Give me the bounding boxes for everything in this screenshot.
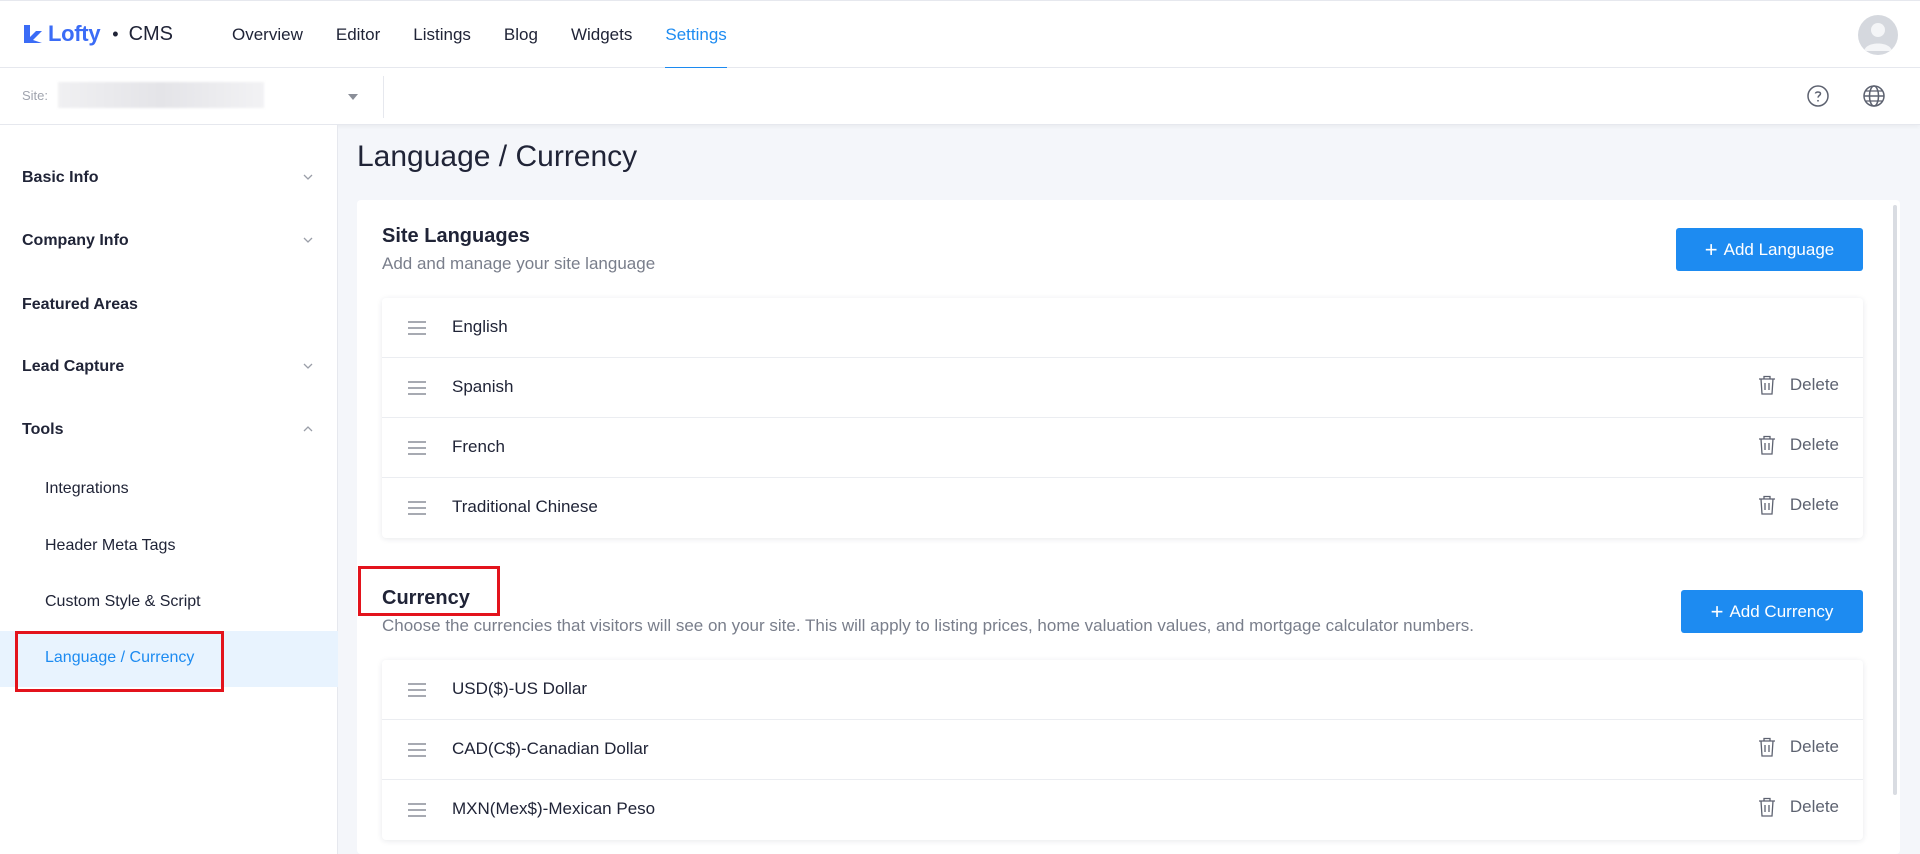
delete-button[interactable]: Delete: [1758, 737, 1839, 757]
add-language-label: Add Language: [1723, 239, 1835, 259]
sidebar-item-label: Lead Capture: [22, 358, 125, 375]
language-name: French: [452, 437, 505, 456]
language-list: English Spanish Delete French Delete Tra…: [382, 298, 1863, 538]
drag-handle-icon[interactable]: [408, 743, 426, 757]
delete-label: Delete: [1789, 495, 1839, 514]
currency-list: USD($)-US Dollar CAD(C$)-Canadian Dollar…: [382, 660, 1863, 840]
language-name: Spanish: [452, 377, 514, 396]
list-item: French Delete: [382, 418, 1863, 478]
sidebar-subitem-header-meta-tags[interactable]: Header Meta Tags: [0, 537, 338, 567]
site-toolbar: Site:: [0, 68, 1920, 125]
list-item: CAD(C$)-Canadian Dollar Delete: [382, 720, 1863, 780]
plus-icon: +: [1704, 236, 1718, 262]
drag-handle-icon[interactable]: [408, 441, 426, 455]
trash-icon: [1758, 495, 1775, 515]
sidebar-item-featured-areas[interactable]: Featured Areas: [0, 296, 338, 326]
list-item: MXN(Mex$)-Mexican Peso Delete: [382, 780, 1863, 840]
globe-icon[interactable]: [1862, 84, 1886, 108]
sidebar-subitem-integrations[interactable]: Integrations: [0, 480, 338, 510]
trash-icon: [1758, 375, 1775, 395]
section-title-languages: Site Languages: [382, 225, 530, 247]
page-title: Language / Currency: [357, 140, 638, 173]
chevron-up-icon: [303, 426, 313, 432]
delete-button[interactable]: Delete: [1758, 495, 1839, 515]
top-navbar: Lofty • CMS Overview Editor Listings Blo…: [0, 0, 1920, 69]
nav-settings[interactable]: Settings: [665, 1, 728, 69]
list-item: USD($)-US Dollar: [382, 660, 1863, 720]
drag-handle-icon[interactable]: [408, 501, 426, 515]
sidebar-subitem-custom-style-script[interactable]: Custom Style & Script: [0, 593, 338, 623]
language-name: Traditional Chinese: [452, 497, 598, 516]
drag-handle-icon[interactable]: [408, 803, 426, 817]
drag-handle-icon[interactable]: [408, 381, 426, 395]
trash-icon: [1758, 435, 1775, 455]
sidebar-item-lead-capture[interactable]: Lead Capture: [0, 358, 338, 388]
divider: [383, 76, 384, 118]
list-item: Traditional Chinese Delete: [382, 478, 1863, 538]
brand-name: Lofty: [48, 21, 101, 46]
trash-icon: [1758, 797, 1775, 817]
product-name: CMS: [128, 22, 174, 45]
nav-overview[interactable]: Overview: [232, 1, 303, 69]
delete-label: Delete: [1789, 737, 1839, 756]
brand-logo[interactable]: Lofty • CMS: [22, 19, 173, 49]
section-desc-languages: Add and manage your site language: [382, 254, 656, 273]
highlight-box-currency: [358, 566, 500, 616]
lofty-logo-icon: [24, 25, 42, 43]
delete-button[interactable]: Delete: [1758, 435, 1839, 455]
plus-icon: +: [1710, 598, 1724, 624]
drag-handle-icon[interactable]: [408, 683, 426, 697]
user-avatar-icon: [1864, 23, 1892, 51]
add-language-button[interactable]: + Add Language: [1676, 228, 1863, 271]
list-item: Spanish Delete: [382, 358, 1863, 418]
scrollbar[interactable]: [1893, 205, 1897, 795]
currency-name: CAD(C$)-Canadian Dollar: [452, 739, 649, 758]
drag-handle-icon[interactable]: [408, 321, 426, 335]
currency-name: MXN(Mex$)-Mexican Peso: [452, 799, 656, 818]
sidebar-item-label: Company Info: [22, 232, 129, 249]
nav-blog[interactable]: Blog: [504, 1, 538, 69]
brand-separator: •: [112, 23, 119, 44]
delete-label: Delete: [1789, 797, 1839, 816]
delete-button[interactable]: Delete: [1758, 375, 1839, 395]
language-name: English: [452, 317, 508, 336]
main-nav: Overview Editor Listings Blog Widgets Se…: [232, 1, 760, 69]
sidebar-item-company-info[interactable]: Company Info: [0, 232, 338, 262]
site-label: Site:: [22, 88, 49, 103]
chevron-down-icon: [303, 363, 313, 369]
sidebar-item-tools[interactable]: Tools: [0, 421, 338, 451]
sidebar-subitem-label: Integrations: [45, 480, 129, 497]
chevron-down-icon: [303, 174, 313, 180]
settings-sidebar: Basic Info Company Info Featured Areas L…: [0, 125, 338, 854]
nav-editor[interactable]: Editor: [336, 1, 380, 69]
trash-icon: [1758, 737, 1775, 757]
sidebar-item-basic-info[interactable]: Basic Info: [0, 169, 338, 199]
avatar[interactable]: [1858, 15, 1898, 55]
delete-button[interactable]: Delete: [1758, 797, 1839, 817]
settings-card: Site Languages Add and manage your site …: [357, 200, 1900, 854]
sidebar-item-label: Basic Info: [22, 169, 99, 186]
nav-widgets[interactable]: Widgets: [571, 1, 632, 69]
nav-listings[interactable]: Listings: [413, 1, 471, 69]
add-currency-button[interactable]: + Add Currency: [1681, 590, 1863, 633]
caret-down-icon[interactable]: [348, 94, 358, 100]
delete-label: Delete: [1789, 375, 1839, 394]
sidebar-item-label: Tools: [22, 421, 64, 438]
add-currency-label: Add Currency: [1729, 601, 1834, 621]
chevron-down-icon: [303, 237, 313, 243]
help-icon[interactable]: [1806, 84, 1830, 108]
site-select-value[interactable]: [58, 82, 264, 108]
sidebar-subitem-label: Custom Style & Script: [45, 593, 201, 610]
sidebar-subitem-label: Header Meta Tags: [45, 537, 176, 554]
currency-name: USD($)-US Dollar: [452, 679, 588, 698]
list-item: English: [382, 298, 1863, 358]
delete-label: Delete: [1789, 435, 1839, 454]
highlight-box-sidebar: [15, 631, 224, 692]
section-desc-currency: Choose the currencies that visitors will…: [382, 616, 1474, 635]
sidebar-item-label: Featured Areas: [22, 296, 138, 313]
